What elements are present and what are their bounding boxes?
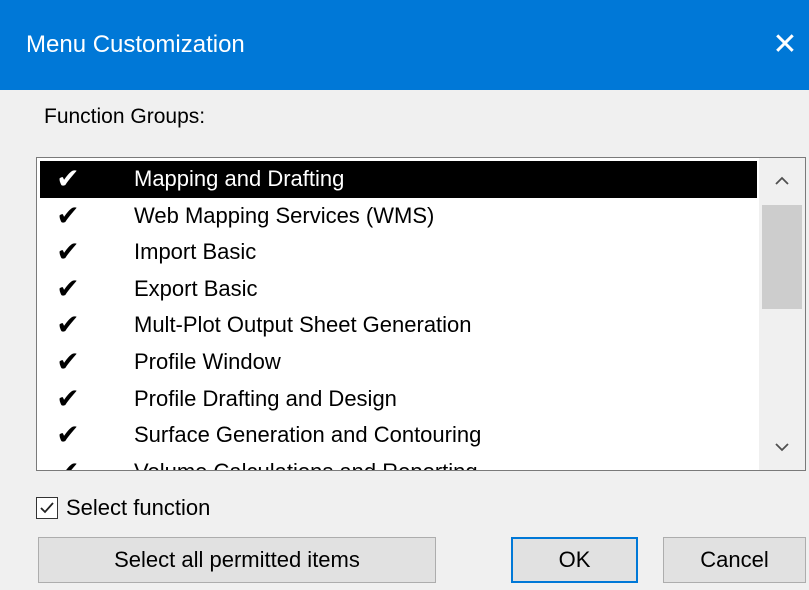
list-item[interactable]: ✔ Mapping and Drafting <box>40 161 757 198</box>
list-item[interactable]: ✔ Web Mapping Services (WMS) <box>40 198 757 235</box>
checkmark-icon: ✔ <box>56 235 80 269</box>
checkmark-icon: ✔ <box>56 344 80 378</box>
ok-button[interactable]: OK <box>511 537 638 583</box>
list-item-label: Profile Window <box>134 348 281 374</box>
checkmark-icon: ✔ <box>56 418 80 452</box>
function-groups-list[interactable]: ✔ Mapping and Drafting ✔ Web Mapping Ser… <box>36 157 806 471</box>
checkmark-icon: ✔ <box>56 198 80 232</box>
checkmark-icon: ✔ <box>56 381 80 415</box>
list-item[interactable]: ✔ Volume Calculations and Reporting <box>40 454 757 470</box>
chevron-down-icon[interactable] <box>759 424 805 470</box>
list-rows: ✔ Mapping and Drafting ✔ Web Mapping Ser… <box>40 161 757 470</box>
list-item[interactable]: ✔ Profile Drafting and Design <box>40 381 757 418</box>
list-item-label: Export Basic <box>134 275 258 301</box>
checkmark-icon: ✔ <box>56 162 80 195</box>
list-item-label: Profile Drafting and Design <box>134 385 397 411</box>
chevron-up-icon[interactable] <box>759 158 805 204</box>
list-item[interactable]: ✔ Import Basic <box>40 234 757 271</box>
select-function-label: Select function <box>66 495 211 520</box>
list-item[interactable]: ✔ Surface Generation and Contouring <box>40 417 757 454</box>
scrollbar-thumb[interactable] <box>762 205 802 309</box>
checkmark-icon: ✔ <box>56 308 80 342</box>
window-title: Menu Customization <box>26 31 245 58</box>
title-bar: Menu Customization ✕ <box>0 0 809 90</box>
list-scrollbar[interactable] <box>759 158 805 470</box>
list-item-label: Mult-Plot Output Sheet Generation <box>134 312 472 338</box>
list-item-label: Mapping and Drafting <box>134 166 345 191</box>
function-groups-label: Function Groups: <box>44 105 206 128</box>
list-item-label: Web Mapping Services (WMS) <box>134 202 435 228</box>
checkmark-icon: ✔ <box>56 271 80 305</box>
select-function-checkbox[interactable]: Select function <box>36 494 210 522</box>
checkmark-icon: ✔ <box>48 454 88 470</box>
close-icon[interactable]: ✕ <box>767 27 803 63</box>
list-item[interactable]: ✔ Export Basic <box>40 271 757 308</box>
checkbox-check-icon <box>40 502 54 514</box>
list-item-label: Volume Calculations and Reporting <box>134 454 478 470</box>
list-item-label: Surface Generation and Contouring <box>134 422 482 448</box>
list-item[interactable]: ✔ Mult-Plot Output Sheet Generation <box>40 307 757 344</box>
checkbox-box[interactable] <box>36 497 58 519</box>
list-item-label: Import Basic <box>134 239 257 265</box>
list-item[interactable]: ✔ Profile Window <box>40 344 757 381</box>
cancel-button[interactable]: Cancel <box>663 537 806 583</box>
select-all-permitted-button[interactable]: Select all permitted items <box>38 537 436 583</box>
